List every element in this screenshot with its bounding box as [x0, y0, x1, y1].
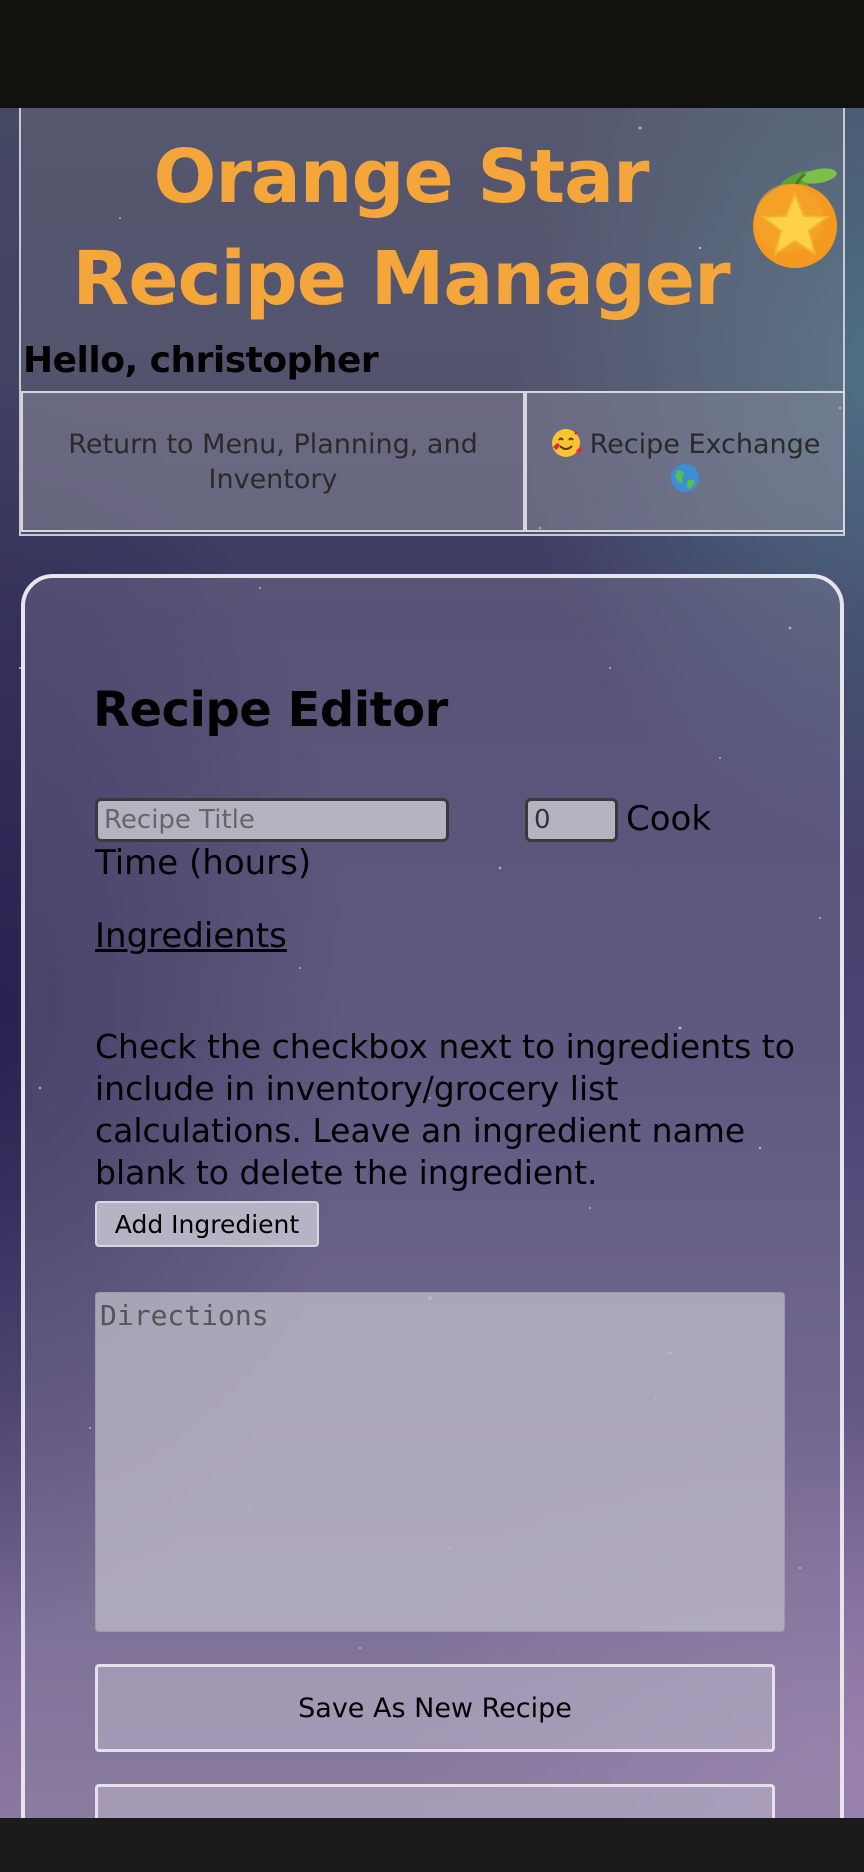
editor-title: Recipe Editor	[93, 682, 448, 738]
directions-textarea[interactable]	[95, 1292, 785, 1632]
save-as-new-recipe-button[interactable]: Save As New Recipe	[95, 1664, 775, 1752]
system-navigation-bar	[0, 1818, 864, 1872]
return-to-menu-label: Return to Menu, Planning, and Inventory	[68, 428, 478, 495]
status-bar	[0, 0, 864, 108]
cook-time-label-continued: Time (hours)	[95, 843, 312, 883]
orange-star-icon	[749, 164, 849, 274]
ingredients-toggle-link[interactable]: Ingredients	[95, 916, 287, 956]
page-viewport[interactable]: Orange Star Recipe Manager Hello, christ…	[0, 108, 864, 1818]
recipe-exchange-content: Recipe Exchange	[550, 427, 821, 497]
greeting: Hello, christopher	[23, 340, 379, 381]
next-action-button[interactable]	[95, 1784, 775, 1818]
cook-time-input[interactable]	[525, 798, 618, 842]
recipe-editor-card: Recipe Editor Cook Time (hours) Ingredie…	[21, 574, 844, 1818]
smiling-face-with-hearts-icon	[550, 427, 583, 459]
cook-time-label: Cook	[626, 799, 712, 839]
recipe-title-input[interactable]	[95, 798, 449, 842]
return-to-menu-button[interactable]: Return to Menu, Planning, and Inventory	[21, 391, 525, 532]
header-panel: Orange Star Recipe Manager Hello, christ…	[19, 108, 845, 536]
recipe-exchange-label: Recipe Exchange	[589, 428, 821, 460]
globe-icon	[669, 462, 701, 494]
ingredient-instructions: Check the checkbox next to ingredients t…	[95, 1027, 795, 1192]
recipe-exchange-button[interactable]: Recipe Exchange	[525, 391, 845, 532]
app-title: Orange Star Recipe Manager	[72, 134, 730, 322]
add-ingredient-button[interactable]: Add Ingredient	[95, 1201, 319, 1247]
